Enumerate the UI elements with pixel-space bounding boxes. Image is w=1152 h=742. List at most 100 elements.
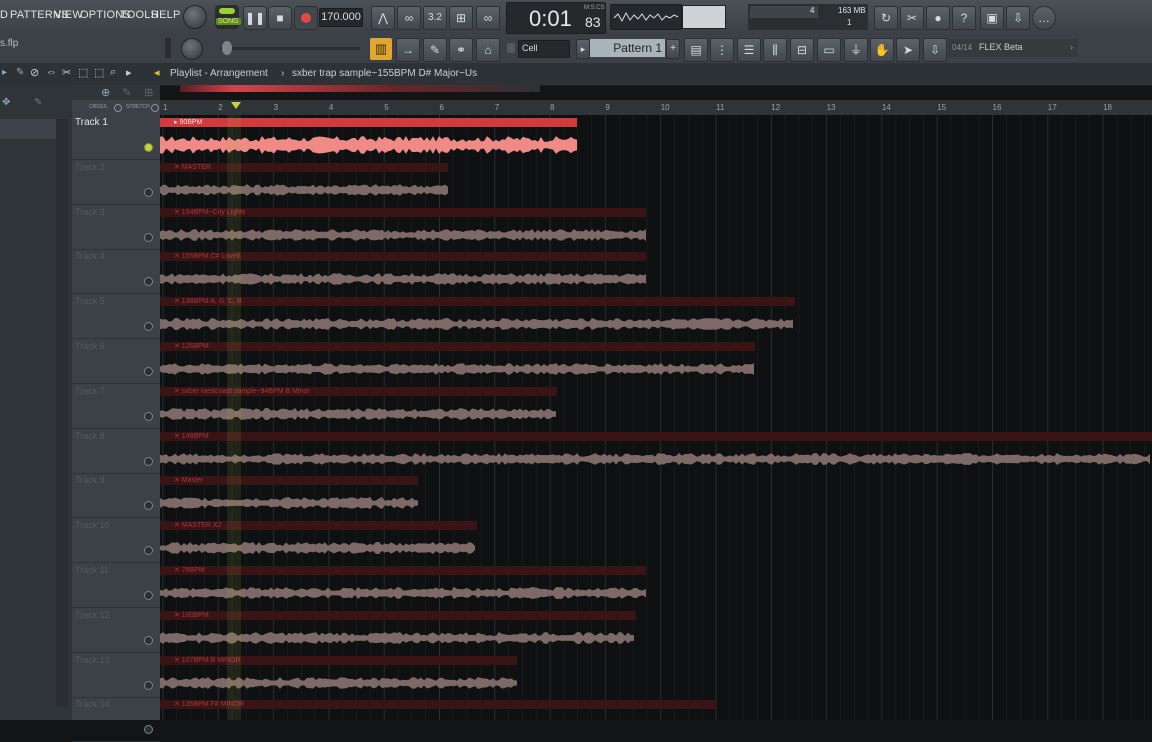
master-slider-track[interactable] (220, 41, 360, 55)
plugin-picker-icon[interactable]: ⊟ (790, 38, 814, 62)
arrow-right-icon[interactable]: → (396, 38, 420, 62)
options-arrow-icon[interactable]: ◂ (154, 66, 160, 79)
track-header[interactable]: Track 7 (72, 384, 160, 429)
track-mute-toggle[interactable] (144, 367, 153, 376)
browser-tool-icon[interactable]: ✥ (2, 97, 10, 108)
audio-clip[interactable]: ✕ 135BPM F# MINOR (160, 700, 716, 720)
track-mute-toggle[interactable] (144, 501, 153, 511)
browser-icon[interactable]: ▭ (817, 38, 841, 62)
track-mute-toggle[interactable] (144, 725, 153, 735)
plug-icon[interactable]: ⏚ (844, 38, 868, 62)
track-header[interactable]: Track 11 (72, 563, 160, 608)
cut-icon[interactable]: ✂ (900, 6, 924, 30)
track-header[interactable]: Track 3 (72, 205, 160, 250)
audio-clip[interactable]: ✕ 126BPM (160, 342, 755, 386)
brush-icon[interactable]: ✎ (423, 38, 447, 62)
save-icon[interactable]: ▣ (980, 6, 1004, 30)
track-mute-toggle[interactable] (144, 277, 153, 287)
browser-selected-row[interactable] (0, 119, 56, 139)
song-mode-toggle[interactable]: SONG (215, 5, 241, 29)
loop-record-icon[interactable]: ∞ (476, 6, 500, 30)
track-header[interactable]: Track 13 (72, 653, 160, 698)
download-icon[interactable]: ⇩ (923, 38, 947, 62)
audio-clip[interactable]: ✕ 107BPM B MINOR (160, 655, 517, 700)
plugin-hint-bar[interactable]: 04/14 FLEX Beta › (948, 39, 1078, 57)
timeline-ruler[interactable]: 1 2 3 4 5 6 7 8 9 10 11 12 13 14 15 16 17 18 (160, 85, 1152, 116)
track-mute-toggle[interactable] (144, 187, 153, 197)
track-header[interactable]: Track 9 (72, 473, 160, 519)
audio-clip[interactable]: ▸ 90BPM (160, 118, 577, 162)
wait-for-input-icon[interactable]: ∞ (397, 6, 421, 30)
menu-view[interactable]: VIEW (54, 9, 83, 21)
zoom-icon[interactable]: ⌕ (110, 66, 116, 79)
slip-icon[interactable]: ⇔ (46, 66, 57, 78)
channel-rack-icon[interactable]: ☰ (737, 38, 761, 62)
playlist-window-icon[interactable]: ▤ (684, 38, 708, 62)
browser-arrow-icon[interactable]: ▸ (2, 67, 7, 78)
track-edit-icon[interactable]: ✎ (122, 86, 131, 99)
audio-clip[interactable]: ✕ MASTER X2 (160, 521, 477, 565)
stamp-icon[interactable]: ⌂ (476, 38, 500, 62)
countdown-icon[interactable]: 3.2 (423, 6, 447, 30)
help-icon[interactable]: ? (952, 6, 976, 30)
menu-help[interactable]: HELP (151, 9, 181, 21)
pattern-selector[interactable]: Pattern 1 (590, 39, 665, 57)
track-mute-toggle[interactable] (144, 546, 153, 556)
microphone-icon[interactable]: ● (926, 6, 950, 30)
master-slider-thumb[interactable] (222, 41, 232, 55)
track-header[interactable]: Track 12 (72, 608, 160, 653)
track-header[interactable]: Track 1 (72, 115, 160, 160)
picker-icon[interactable]: ✎ (16, 67, 24, 78)
track-grid-icon[interactable]: ⊞ (144, 86, 153, 99)
master-pitch-knob[interactable] (181, 38, 203, 60)
track-mute-toggle[interactable] (144, 232, 153, 242)
add-pattern-icon[interactable]: + (666, 39, 680, 59)
mixer-icon[interactable]: ⫼ (763, 38, 787, 62)
record-button[interactable] (294, 6, 318, 30)
undo-icon[interactable]: ↻ (874, 6, 898, 30)
step-edit-icon[interactable]: ⊞ (449, 6, 473, 30)
track-header[interactable]: Track 5 (72, 294, 160, 340)
track-pointer-icon[interactable]: ⊕ (101, 86, 110, 99)
track-header[interactable]: Track 4 (72, 249, 160, 295)
track-header[interactable]: Track 6 (72, 339, 160, 384)
playhead-marker[interactable] (231, 102, 241, 109)
touch-controller-icon[interactable]: ✋ (870, 38, 894, 62)
link-icon[interactable]: ⚭ (449, 38, 473, 62)
track-mute-toggle[interactable] (144, 591, 153, 600)
metronome-icon[interactable]: ⋀ (371, 6, 395, 30)
track-mute-toggle[interactable] (144, 322, 153, 332)
browser-tool2-icon[interactable]: ✎ (34, 97, 42, 108)
pattern-prev-icon[interactable]: ▸ (576, 39, 590, 59)
main-volume-knob[interactable] (183, 5, 207, 29)
audio-clip[interactable]: ✕ 138BPM A, G, C, B (160, 297, 795, 341)
cross-toggle[interactable] (114, 104, 122, 112)
pause-button[interactable]: ❚❚ (243, 6, 267, 30)
stop-button[interactable]: ■ (268, 6, 292, 30)
track-header[interactable]: Track 2 (72, 160, 160, 205)
piano-roll-icon[interactable]: ⋮ (710, 38, 734, 62)
chat-icon[interactable]: … (1032, 6, 1056, 30)
track-header[interactable]: Track 10 (72, 518, 160, 564)
mute-icon[interactable]: ⊘ (30, 66, 39, 79)
track-mute-toggle[interactable] (144, 680, 153, 690)
scroll-handle[interactable] (165, 38, 171, 58)
tempo-tapper-icon[interactable]: ➤ (896, 38, 920, 62)
snap-select[interactable]: Cell (518, 40, 570, 58)
audio-clip[interactable]: ✕ Master (160, 476, 418, 520)
select-icon[interactable]: ⬚ (78, 66, 88, 79)
track-mute-toggle[interactable] (144, 635, 153, 645)
slice-icon[interactable]: ✂ (62, 66, 71, 79)
time-scroll-overview[interactable] (180, 85, 540, 92)
playlist-grid[interactable]: ▸ 90BPM ✕ MASTER ✕ 154BPM~City Lights ✕ 155… (160, 115, 1152, 720)
audio-clip[interactable]: ✕ MASTER (160, 162, 448, 207)
stretch-toggle[interactable] (151, 104, 159, 112)
tempo-display[interactable]: 170.000 (319, 8, 363, 27)
playback-icon[interactable]: ▸ (126, 66, 132, 79)
track-header[interactable]: Track 8 (72, 429, 160, 474)
browser-scrollbar[interactable] (56, 119, 68, 719)
audio-clip[interactable]: ✕ sxber westcoast sample~94BPM B Minor (160, 386, 557, 431)
track-mute-toggle[interactable] (144, 143, 153, 152)
playlist-icon[interactable]: ▥ (370, 38, 392, 60)
track-mute-toggle[interactable] (144, 411, 153, 421)
